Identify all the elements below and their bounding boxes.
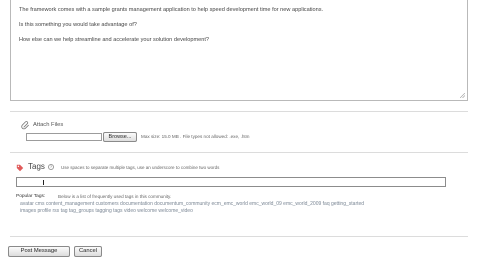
popular-tags-description: Below is a list of frequently used tags …	[58, 194, 172, 199]
message-line: How else can we help streamline and acce…	[19, 37, 209, 43]
help-icon[interactable]: ?	[48, 164, 54, 170]
file-path-input[interactable]	[26, 133, 102, 141]
tags-hint: Use spaces to separate multiple tags, us…	[61, 165, 220, 170]
text-cursor	[43, 180, 44, 185]
message-line: Is this something you would take advanta…	[19, 22, 137, 28]
section-divider	[10, 152, 468, 153]
tag-icon	[16, 164, 24, 172]
browse-button[interactable]: Browse...	[103, 132, 137, 142]
popular-tags-label: Popular Tags:	[16, 194, 46, 199]
post-message-button[interactable]: Post Message	[8, 246, 70, 257]
message-body-textarea[interactable]: The framework comes with a sample grants…	[10, 0, 468, 101]
section-divider	[10, 236, 468, 237]
resize-grip-icon[interactable]	[460, 93, 465, 98]
tags-label: Tags	[28, 162, 45, 171]
attach-files-label: Attach Files	[33, 122, 64, 128]
section-divider	[10, 111, 468, 112]
paperclip-icon	[21, 121, 29, 130]
cancel-button[interactable]: Cancel	[74, 246, 102, 257]
message-line: The framework comes with a sample grants…	[19, 7, 324, 13]
tags-input[interactable]	[16, 177, 446, 187]
file-restrictions-hint: Max size: 15.0 MB . File types not allow…	[141, 134, 250, 139]
popular-tags-line[interactable]: images profile rss tag tag_groups taggin…	[20, 208, 450, 215]
popular-tags-list: avatar cms content_management customers …	[20, 201, 450, 214]
